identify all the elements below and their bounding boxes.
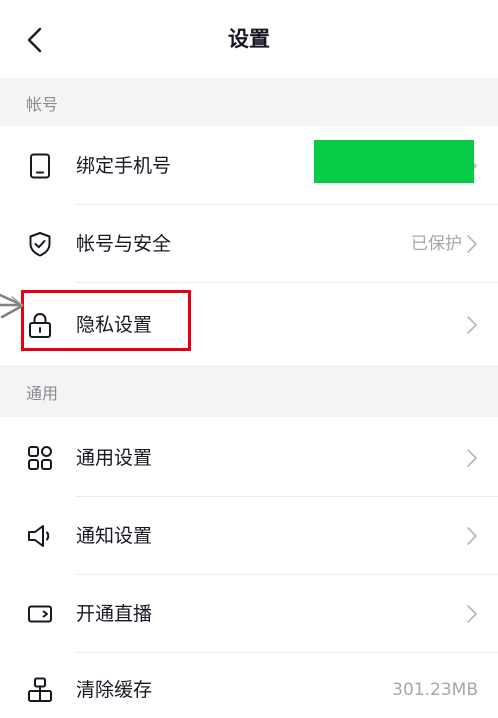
chevron-right-icon	[467, 235, 477, 253]
grid-icon	[28, 446, 52, 470]
shield-check-icon	[29, 232, 51, 257]
top-bar: 设置	[0, 0, 498, 78]
redaction-block	[314, 140, 474, 183]
settings-item-clear-cache[interactable]: 清除缓存 301.23MB	[0, 653, 498, 718]
security-status-value: 已保护	[411, 234, 462, 254]
settings-item-label: 开通直播	[76, 603, 153, 625]
settings-item-general[interactable]: 通用设置	[0, 419, 498, 497]
chevron-right-icon	[467, 316, 477, 334]
speaker-icon	[28, 525, 50, 547]
settings-item-account-security[interactable]: 帐号与安全 已保护	[0, 205, 498, 283]
section-header-label: 通用	[26, 384, 59, 403]
settings-item-notifications[interactable]: 通知设置	[0, 497, 498, 575]
chevron-right-icon	[467, 605, 477, 623]
chevron-right-icon	[467, 527, 477, 545]
settings-item-label: 清除缓存	[76, 679, 153, 701]
settings-item-start-live[interactable]: 开通直播	[0, 575, 498, 653]
settings-item-label: 帐号与安全	[76, 233, 172, 255]
settings-page: 设置 帐号 绑定手机号 帐号与安全 已保护 隐私设置 通用 通用设置 通知设置 …	[0, 0, 498, 718]
section-header-general: 通用	[0, 365, 498, 417]
settings-item-label: 绑定手机号	[76, 155, 172, 177]
settings-item-label: 通知设置	[76, 525, 153, 547]
section-header-account: 帐号	[0, 78, 498, 126]
storage-icon	[28, 677, 52, 702]
video-camera-icon	[28, 605, 52, 623]
phone-icon	[30, 153, 50, 179]
chevron-right-icon	[467, 449, 477, 467]
cache-size-value: 301.23MB	[392, 680, 478, 700]
settings-item-label: 通用设置	[76, 447, 153, 469]
page-title: 设置	[228, 27, 270, 51]
section-header-label: 帐号	[26, 95, 59, 114]
highlight-box	[21, 290, 191, 351]
cursor-sparkle-icon	[0, 293, 24, 319]
